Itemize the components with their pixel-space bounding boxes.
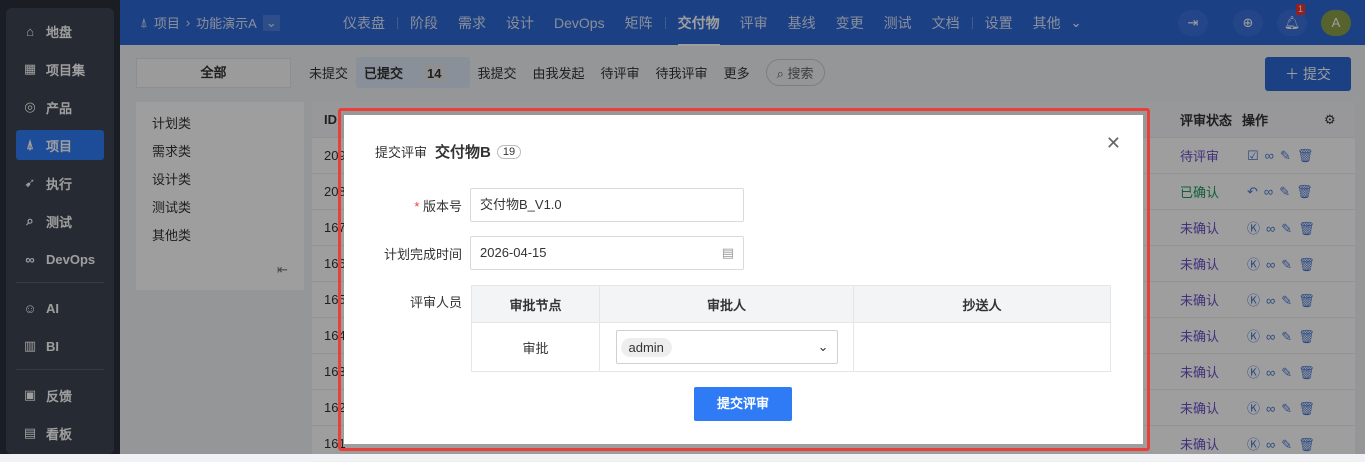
- reviewers-label: 评审人员: [409, 295, 462, 310]
- dialog-count: 19: [496, 144, 522, 159]
- approver-select[interactable]: admin ⌄: [615, 330, 838, 364]
- version-label: 版本号: [422, 199, 462, 214]
- version-input[interactable]: 交付物B_V1.0: [470, 188, 744, 222]
- submit-review-button[interactable]: 提交评审: [694, 387, 792, 421]
- dialog-title: 交付物B: [435, 144, 491, 161]
- date-label: 计划完成时间: [383, 247, 462, 262]
- cc-cell[interactable]: [853, 322, 1111, 372]
- approver-chip[interactable]: admin: [620, 337, 672, 357]
- close-icon[interactable]: ✕: [1106, 133, 1121, 154]
- date-value: 2026-04-15: [480, 245, 547, 260]
- col-node: 审批节点: [471, 285, 600, 323]
- calendar-icon[interactable]: ▤: [722, 237, 734, 269]
- reviewers-table: 审批节点 审批人 抄送人 审批 admin ⌄: [471, 285, 1111, 372]
- col-cc: 抄送人: [853, 285, 1111, 323]
- chevron-down-icon: ⌄: [817, 339, 829, 354]
- col-approver: 审批人: [599, 285, 854, 323]
- date-input[interactable]: 2026-04-15 ▤: [470, 236, 744, 270]
- node-cell: 审批: [471, 322, 600, 372]
- dialog-subtitle: 提交评审: [375, 145, 428, 160]
- submit-review-dialog: 提交评审 交付物B 19 ✕ * 版本号 交付物B_V1.0 计划完成时间 20…: [344, 115, 1143, 444]
